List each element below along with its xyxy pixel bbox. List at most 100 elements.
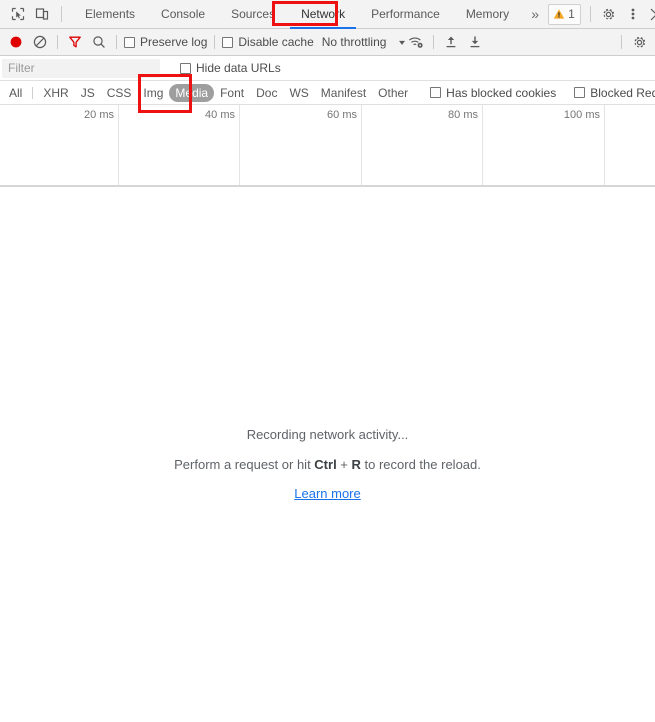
hint-key-ctrl: Ctrl <box>314 457 337 472</box>
warning-badge[interactable]: 1 <box>548 3 581 25</box>
blocked-requests-label: Blocked Requests <box>590 85 655 100</box>
device-toolbar-button[interactable] <box>30 1 54 27</box>
tab-label: Network <box>301 7 346 21</box>
timeline-tick-label: 80 ms <box>448 109 478 121</box>
tabbar-right-icons: 1 <box>548 0 655 28</box>
devtools-panel: Elements Console Sources Network Perform… <box>0 0 655 722</box>
warning-triangle-icon <box>553 8 565 20</box>
devtools-settings-button[interactable] <box>597 1 621 27</box>
vertical-dots-icon <box>631 7 635 21</box>
export-har-button[interactable] <box>463 30 487 54</box>
chip-xhr[interactable]: XHR <box>37 84 74 102</box>
tab-sources[interactable]: Sources <box>218 0 288 28</box>
tab-label: Console <box>161 7 206 21</box>
device-toolbar-icon <box>35 7 49 21</box>
preserve-log-checkbox[interactable]: Preserve log <box>122 35 209 49</box>
timeline-tick-label: 100 ms <box>563 109 600 121</box>
timeline-tick: 100 ms <box>483 105 605 185</box>
tab-memory[interactable]: Memory <box>453 0 522 28</box>
chip-media[interactable]: Media <box>169 83 215 102</box>
toolbar-separator-4 <box>433 35 435 49</box>
inspect-element-icon <box>11 7 25 21</box>
empty-state-hint: Perform a request or hit Ctrl + R to rec… <box>174 457 481 472</box>
has-blocked-cookies-checkbox[interactable]: Has blocked cookies <box>428 86 558 100</box>
filter-input-placeholder: Filter <box>8 61 35 75</box>
tabbar-left-icons <box>0 0 68 28</box>
toolbar-separator-1 <box>57 35 58 49</box>
toolbar-separator-5 <box>621 35 622 49</box>
timeline-tick-label: 40 ms <box>205 109 235 121</box>
chip-ws[interactable]: WS <box>283 84 314 102</box>
hint-key-r: R <box>351 457 361 472</box>
tab-elements[interactable]: Elements <box>72 0 148 28</box>
checkbox-box <box>222 36 234 48</box>
import-har-button[interactable] <box>439 30 463 54</box>
gear-icon <box>601 7 616 22</box>
chip-css[interactable]: CSS <box>101 84 138 102</box>
record-button[interactable] <box>4 30 28 54</box>
chip-js[interactable]: JS <box>75 84 101 102</box>
network-settings-button[interactable] <box>627 30 651 54</box>
tab-label: Performance <box>371 7 440 21</box>
funnel-filter-icon <box>68 35 82 49</box>
chip-font[interactable]: Font <box>214 84 250 102</box>
record-circle-icon <box>9 35 23 49</box>
download-arrow-icon <box>468 35 482 49</box>
checkbox-box <box>574 87 586 98</box>
close-icon <box>650 8 655 21</box>
chip-other[interactable]: Other <box>372 84 414 102</box>
network-toolbar: Preserve log Disable cache No throttling… <box>0 29 655 56</box>
inspect-element-button[interactable] <box>6 1 30 27</box>
network-empty-state: Recording network activity... Perform a … <box>0 187 655 722</box>
devtools-tabbar: Elements Console Sources Network Perform… <box>0 0 655 29</box>
search-button[interactable] <box>87 30 111 54</box>
warning-count: 1 <box>568 7 575 21</box>
checkbox-box <box>430 87 442 98</box>
tab-performance[interactable]: Performance <box>358 0 453 28</box>
search-input[interactable]: Filter <box>2 58 160 78</box>
timeline-tick-label: 20 ms <box>84 109 114 121</box>
timeline-tick: 60 ms <box>240 105 362 185</box>
learn-more-link[interactable]: Learn more <box>294 486 360 501</box>
disable-cache-checkbox[interactable]: Disable cache <box>220 35 315 49</box>
throttling-dropdown[interactable]: No throttling ▾ <box>316 35 406 49</box>
gear-icon <box>632 35 647 50</box>
network-conditions-button[interactable] <box>404 30 428 54</box>
checkbox-box <box>180 62 191 74</box>
resource-type-filter-bar: All XHR JS CSS Img Media Font Doc WS Man… <box>0 81 655 105</box>
chevron-double-right-icon: » <box>531 6 540 22</box>
timeline-tick: 20 ms <box>0 105 119 185</box>
hide-data-urls-label: Hide data URLs <box>196 61 281 75</box>
chip-doc[interactable]: Doc <box>250 84 283 102</box>
has-blocked-cookies-label: Has blocked cookies <box>446 85 557 100</box>
tab-label: Sources <box>231 7 276 21</box>
toolbar-separator-2 <box>116 35 117 49</box>
throttling-value: No throttling <box>321 35 387 49</box>
disable-cache-label: Disable cache <box>238 35 314 49</box>
toolbar-separator-3 <box>214 35 216 49</box>
more-tabs-button[interactable]: » <box>522 0 548 28</box>
search-icon <box>92 35 106 49</box>
devtools-close-button[interactable] <box>645 1 655 27</box>
tab-label: Elements <box>85 7 136 21</box>
network-overview-timeline[interactable]: 20 ms 40 ms 60 ms 80 ms 100 ms <box>0 105 655 187</box>
filter-bar: Filter Hide data URLs <box>0 56 655 81</box>
hide-data-urls-checkbox[interactable]: Hide data URLs <box>178 61 283 75</box>
chip-manifest[interactable]: Manifest <box>315 84 372 102</box>
blocked-requests-checkbox[interactable]: Blocked Requests <box>572 86 655 100</box>
timeline-tick: 80 ms <box>362 105 483 185</box>
chevron-down-icon: ▾ <box>399 37 406 47</box>
preserve-log-label: Preserve log <box>140 35 208 49</box>
clear-button[interactable] <box>28 30 52 54</box>
filter-toggle-button[interactable] <box>63 30 87 54</box>
tabbar-separator <box>61 6 62 22</box>
checkbox-box <box>124 36 135 48</box>
tab-network[interactable]: Network <box>288 0 358 29</box>
tab-console[interactable]: Console <box>148 0 218 28</box>
devtools-more-options-button[interactable] <box>621 1 645 27</box>
hint-plus: + <box>336 457 352 472</box>
chip-img[interactable]: Img <box>137 84 169 102</box>
empty-state-title: Recording network activity... <box>246 427 409 442</box>
chip-all[interactable]: All <box>3 84 28 102</box>
panel-tabs: Elements Console Sources Network Perform… <box>68 0 548 29</box>
